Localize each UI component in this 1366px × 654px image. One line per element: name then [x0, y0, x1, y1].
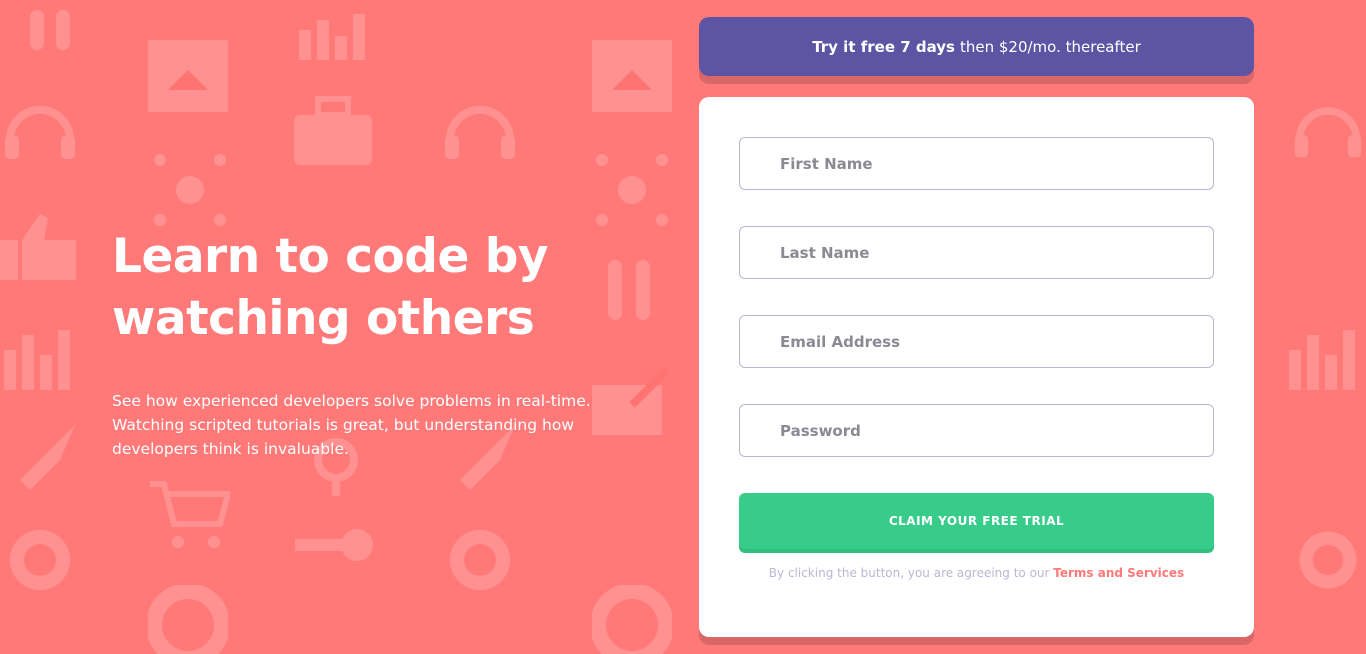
offer-detail: then $20/mo. thereafter — [959, 37, 1141, 56]
browser-window-icon — [148, 40, 228, 112]
globe-gear-icon — [10, 530, 70, 590]
bar-chart-icon — [299, 14, 365, 60]
rocket-icon — [20, 425, 75, 490]
offer-highlight: Try it free 7 days — [812, 37, 955, 56]
bar-chart-icon — [1289, 330, 1355, 390]
hero-section: Learn to code by watching others See how… — [112, 226, 632, 461]
signup-form: CLAIM YOUR FREE TRIAL By clicking the bu… — [699, 97, 1254, 637]
network-icon — [154, 154, 226, 226]
life-ring-icon — [592, 585, 672, 654]
password-input[interactable] — [739, 404, 1214, 457]
globe-gear-icon — [1299, 531, 1357, 589]
last-name-input[interactable] — [739, 226, 1214, 279]
link-icon — [30, 10, 70, 50]
email-input[interactable] — [739, 315, 1214, 368]
terms-notice: By clicking the button, you are agreeing… — [699, 566, 1254, 580]
headset-icon — [445, 106, 515, 159]
terms-link[interactable]: Terms and Services — [1053, 566, 1184, 580]
headset-icon — [1294, 107, 1362, 158]
globe-gear-icon — [450, 530, 510, 590]
network-icon — [596, 154, 668, 226]
terms-prefix: By clicking the button, you are agreeing… — [768, 566, 1050, 580]
first-name-input[interactable] — [739, 137, 1214, 190]
bar-chart-icon — [4, 330, 70, 390]
key-icon — [295, 529, 373, 561]
claim-free-trial-button[interactable]: CLAIM YOUR FREE TRIAL — [739, 493, 1214, 549]
shopping-cart-icon — [150, 481, 230, 548]
headset-icon — [5, 106, 75, 159]
toolbox-icon — [294, 96, 372, 165]
life-ring-icon — [148, 585, 228, 654]
browser-window-icon — [592, 40, 672, 112]
hero-description: See how experienced developers solve pro… — [112, 392, 591, 458]
trial-offer-banner: Try it free 7 days then $20/mo. thereaft… — [699, 17, 1254, 76]
thumbs-up-icon — [0, 214, 76, 280]
hero-title: Learn to code by watching others — [112, 229, 548, 346]
